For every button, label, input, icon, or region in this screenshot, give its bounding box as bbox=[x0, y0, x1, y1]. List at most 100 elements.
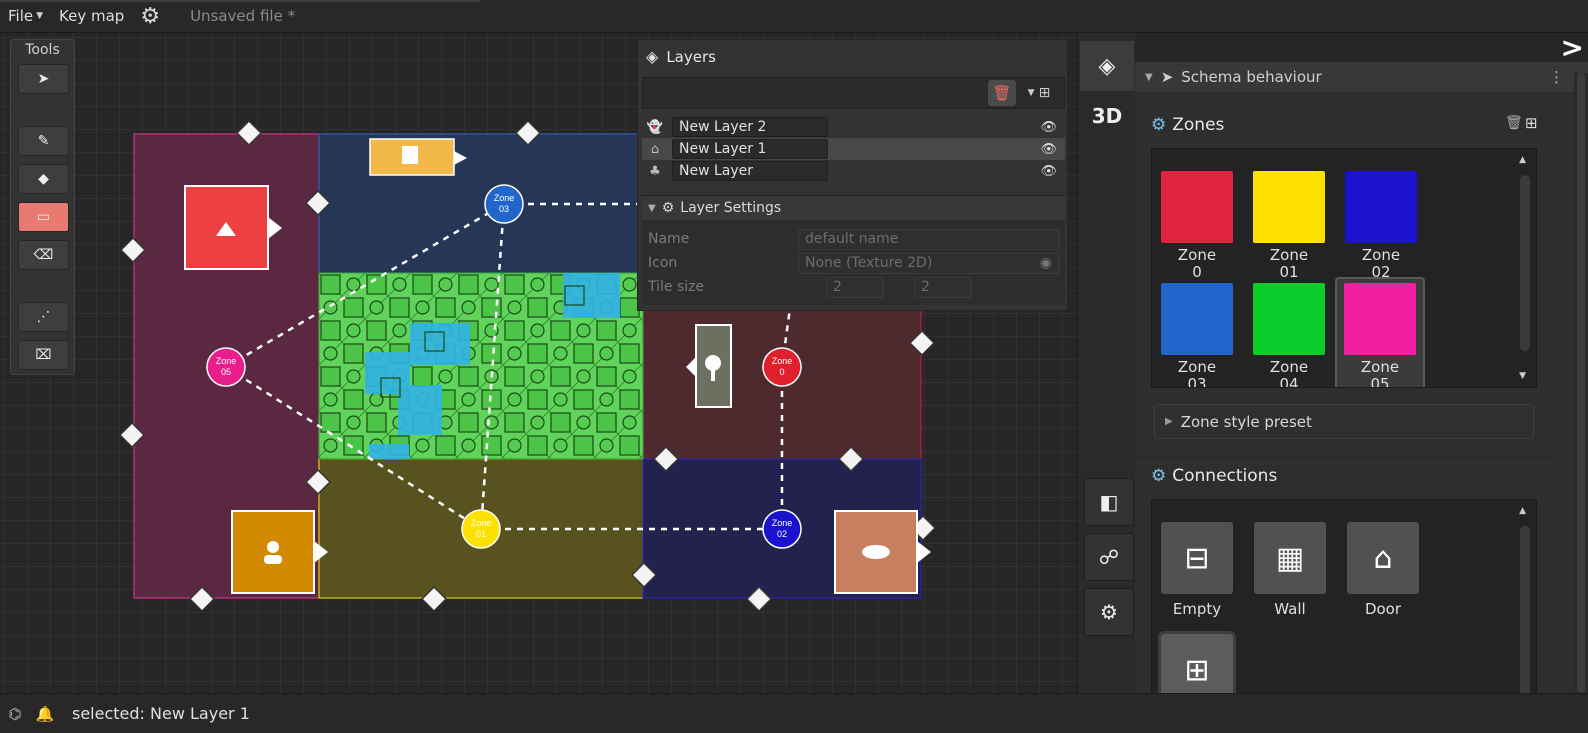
svg-text:0: 0 bbox=[779, 367, 784, 377]
rectangle-icon: ▭ bbox=[36, 209, 51, 225]
network-status-icon[interactable]: ⌬ bbox=[0, 705, 30, 723]
name-label: Name bbox=[648, 231, 690, 247]
fill-tool-button[interactable]: ◆ bbox=[18, 164, 69, 194]
erase-connection-tool-button[interactable]: ⌧ bbox=[18, 340, 69, 370]
cursor-icon: ➤ bbox=[1160, 68, 1174, 86]
rectangle-tool-button[interactable]: ▭ bbox=[18, 202, 69, 232]
zone-label: Zone bbox=[1361, 246, 1401, 264]
status-text: selected: New Layer 1 bbox=[72, 704, 250, 723]
zones-grid: Zone 0 Zone 01 Zone 02 Zone 03 Zone 04 Z… bbox=[1151, 148, 1537, 388]
connection-label: Empty bbox=[1172, 600, 1222, 618]
connection-wall[interactable]: ▦ Wall bbox=[1254, 522, 1326, 618]
connection-door[interactable]: ⌂ Door bbox=[1347, 522, 1419, 618]
zone-label: Zone bbox=[1269, 246, 1309, 264]
zone-style-preset[interactable]: ▶ Zone style preset bbox=[1154, 404, 1534, 439]
eraser-tool-button[interactable]: ⌫ bbox=[18, 240, 69, 270]
icon-label: Icon bbox=[648, 255, 678, 271]
delete-layer-button[interactable]: 🗑 bbox=[988, 80, 1016, 106]
eye-icon[interactable]: 👁 bbox=[1040, 164, 1057, 179]
trash-icon[interactable]: 🗑 bbox=[1505, 115, 1523, 131]
layout-tab[interactable]: ◧ bbox=[1084, 478, 1134, 526]
zone-node-03-label: Zone bbox=[494, 193, 515, 203]
zone-swatch-01[interactable]: Zone 01 bbox=[1247, 171, 1331, 281]
keymap-menu[interactable]: Key map bbox=[51, 0, 132, 33]
network-tab[interactable]: ⚙ bbox=[1084, 588, 1134, 636]
zone-label: Zone bbox=[1177, 246, 1217, 264]
right-tab-strip: ◈ 3D ◧ ☍ ⚙ bbox=[1077, 33, 1135, 693]
zone-swatch-05[interactable]: Zone 05 bbox=[1335, 277, 1425, 387]
layers-icon: ◈ bbox=[646, 47, 659, 66]
add-layer-button[interactable]: ▼ ⊞ bbox=[1020, 80, 1058, 106]
tile-size-y-field[interactable]: 2 bbox=[914, 276, 972, 298]
name-row: Name default name bbox=[648, 228, 1060, 250]
network-icon: ⚙ bbox=[1100, 600, 1118, 624]
scroll-up-icon[interactable]: ▲ bbox=[1519, 506, 1526, 516]
chevron-right-icon[interactable]: > bbox=[1561, 31, 1584, 64]
scroll-up-icon[interactable]: ▲ bbox=[1519, 155, 1526, 165]
layer-name[interactable]: New Layer 1 bbox=[672, 139, 828, 159]
icon-field[interactable]: None (Texture 2D) bbox=[798, 252, 1060, 274]
paint-tool-button[interactable]: ✎ bbox=[18, 126, 69, 156]
zone-swatch-0[interactable]: Zone 0 bbox=[1155, 171, 1239, 281]
select-tool-button[interactable]: ➤ bbox=[18, 64, 69, 94]
name-field[interactable]: default name bbox=[798, 228, 1060, 250]
zone-swatch-04[interactable]: Zone 04 bbox=[1247, 283, 1331, 387]
zone-label: Zone bbox=[1360, 358, 1400, 376]
connection-label: Door bbox=[1364, 600, 1402, 618]
connections-scrollbar[interactable] bbox=[1520, 526, 1530, 698]
gear-icon: ⚙ bbox=[1151, 115, 1167, 135]
layer-row[interactable]: ⌂ New Layer 1 👁 bbox=[642, 138, 1065, 160]
eye-icon[interactable]: 👁 bbox=[1040, 120, 1057, 135]
3d-tab[interactable]: 3D bbox=[1080, 91, 1134, 141]
target-icon[interactable]: ◉ bbox=[1040, 255, 1052, 271]
tools-title: Tools bbox=[25, 42, 60, 58]
eye-icon[interactable]: 👁 bbox=[1040, 142, 1057, 157]
layer-name[interactable]: New Layer bbox=[672, 161, 828, 181]
connection-empty[interactable]: ⊟ Empty bbox=[1161, 522, 1233, 618]
file-menu-label: File bbox=[8, 7, 34, 25]
tile-size-x-field[interactable]: 2 bbox=[826, 276, 884, 298]
select-arrow-icon: ➤ bbox=[37, 71, 50, 87]
svg-text:01: 01 bbox=[476, 529, 486, 539]
file-menu[interactable]: File ▼ bbox=[0, 0, 51, 33]
connection-icon: ⋰ bbox=[36, 309, 51, 325]
paint-brush-icon: ✎ bbox=[37, 133, 50, 149]
collapse-triangle-icon: ▼ bbox=[648, 202, 656, 214]
layer-row[interactable]: ♣ New Layer 👁 bbox=[642, 160, 1065, 182]
graph-tab[interactable]: ☍ bbox=[1084, 533, 1134, 581]
schema-behaviour-header[interactable]: ▼ ➤ Schema behaviour ⋮ bbox=[1135, 62, 1588, 92]
zone-swatch-03[interactable]: Zone 03 bbox=[1155, 283, 1239, 388]
eraser-icon: ⌫ bbox=[33, 247, 54, 263]
add-zone-icon[interactable]: ⊞ bbox=[1525, 114, 1538, 132]
svg-text:05: 05 bbox=[221, 367, 231, 377]
zone-label: Zone bbox=[1177, 358, 1217, 376]
collapse-triangle-icon: ▼ bbox=[1145, 71, 1153, 83]
layers-header: ◈ Layers bbox=[638, 40, 1067, 73]
bricks-icon: ▦ bbox=[1254, 522, 1326, 594]
inspector-scrollbar[interactable] bbox=[1574, 73, 1588, 723]
ghost-icon: 👻 bbox=[646, 119, 664, 135]
trash-icon: 🗑 bbox=[992, 84, 1012, 102]
zones-scrollbar[interactable] bbox=[1520, 175, 1530, 351]
zones-section-title: ⚙ Zones bbox=[1151, 115, 1224, 135]
more-options-icon[interactable]: ⋮ bbox=[1549, 68, 1564, 86]
settings-button[interactable]: ⚙ bbox=[132, 0, 168, 33]
layers-tab[interactable]: ◈ bbox=[1080, 41, 1134, 91]
zone-color bbox=[1344, 283, 1416, 355]
inspector-scroll-thumb[interactable] bbox=[1577, 73, 1585, 693]
zone-color bbox=[1253, 283, 1325, 355]
connection-tool-button[interactable]: ⋰ bbox=[18, 302, 69, 332]
layer-name[interactable]: New Layer 2 bbox=[672, 117, 828, 137]
scroll-down-icon[interactable]: ▼ bbox=[1519, 371, 1526, 381]
chevron-down-icon: ▼ bbox=[1027, 88, 1035, 98]
zone-label-num: 03 bbox=[1187, 375, 1207, 388]
layer-row[interactable]: 👻 New Layer 2 👁 bbox=[642, 116, 1065, 138]
layer-settings-header[interactable]: ▼ ⚙ Layer Settings bbox=[642, 196, 1065, 220]
connection-gate[interactable]: ⊞ bbox=[1158, 631, 1236, 698]
tile-size-row: Tile size 2 2 bbox=[648, 276, 1060, 298]
icon-row: Icon None (Texture 2D) ◉ bbox=[648, 252, 1060, 274]
layer-settings-title: Layer Settings bbox=[680, 200, 782, 216]
gear-icon: ⚙ bbox=[1151, 466, 1167, 486]
zone-swatch-02[interactable]: Zone 02 bbox=[1339, 171, 1423, 281]
bell-icon[interactable]: 🔔 bbox=[30, 705, 60, 723]
